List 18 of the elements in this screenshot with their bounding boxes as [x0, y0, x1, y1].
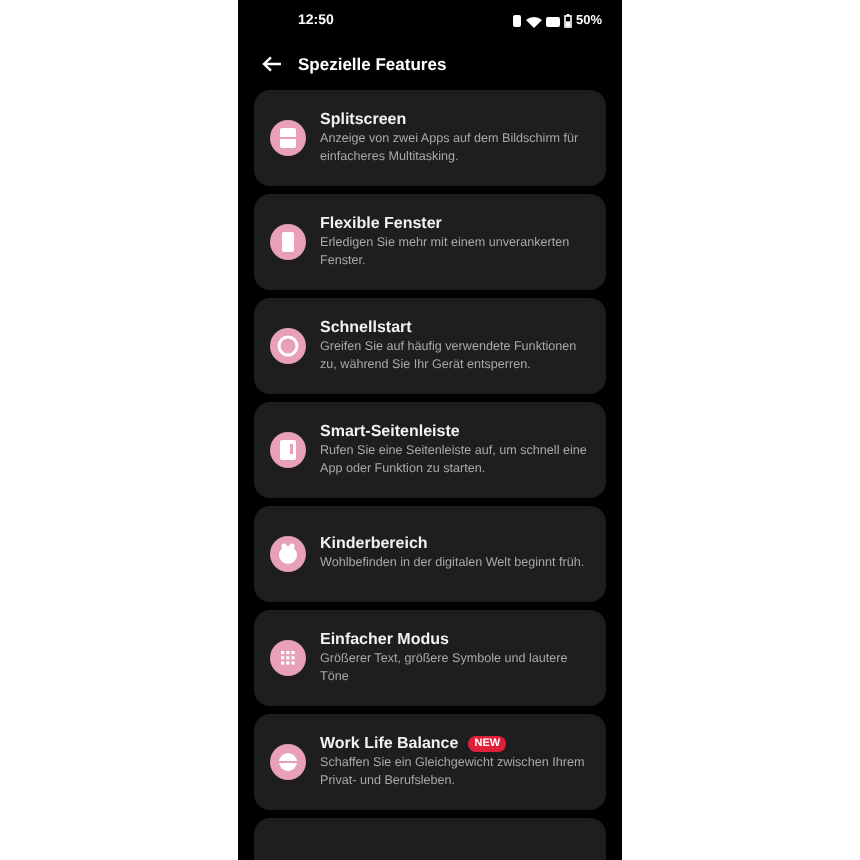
feature-title: Work Life Balance [320, 734, 459, 752]
feature-title: Smart-Seitenleiste [320, 422, 460, 440]
battery-icon [563, 14, 572, 28]
page-title: Spezielle Features [298, 54, 447, 74]
feature-title: Schnellstart [320, 318, 412, 336]
wifi-icon [525, 15, 542, 27]
back-arrow-icon[interactable] [262, 56, 282, 72]
feature-title: Einfacher Modus [320, 630, 449, 648]
feature-title: Flexible Fenster [320, 214, 442, 232]
split-screen-icon [270, 120, 306, 156]
grid-icon [270, 640, 306, 676]
feature-title: Splitscreen [320, 110, 407, 128]
vibrate-icon [511, 14, 522, 28]
window-icon [270, 224, 306, 260]
face-icon [270, 536, 306, 572]
sidebar-icon [270, 432, 306, 468]
feature-title: Kinderbereich [320, 534, 428, 553]
circle-icon [270, 328, 306, 364]
